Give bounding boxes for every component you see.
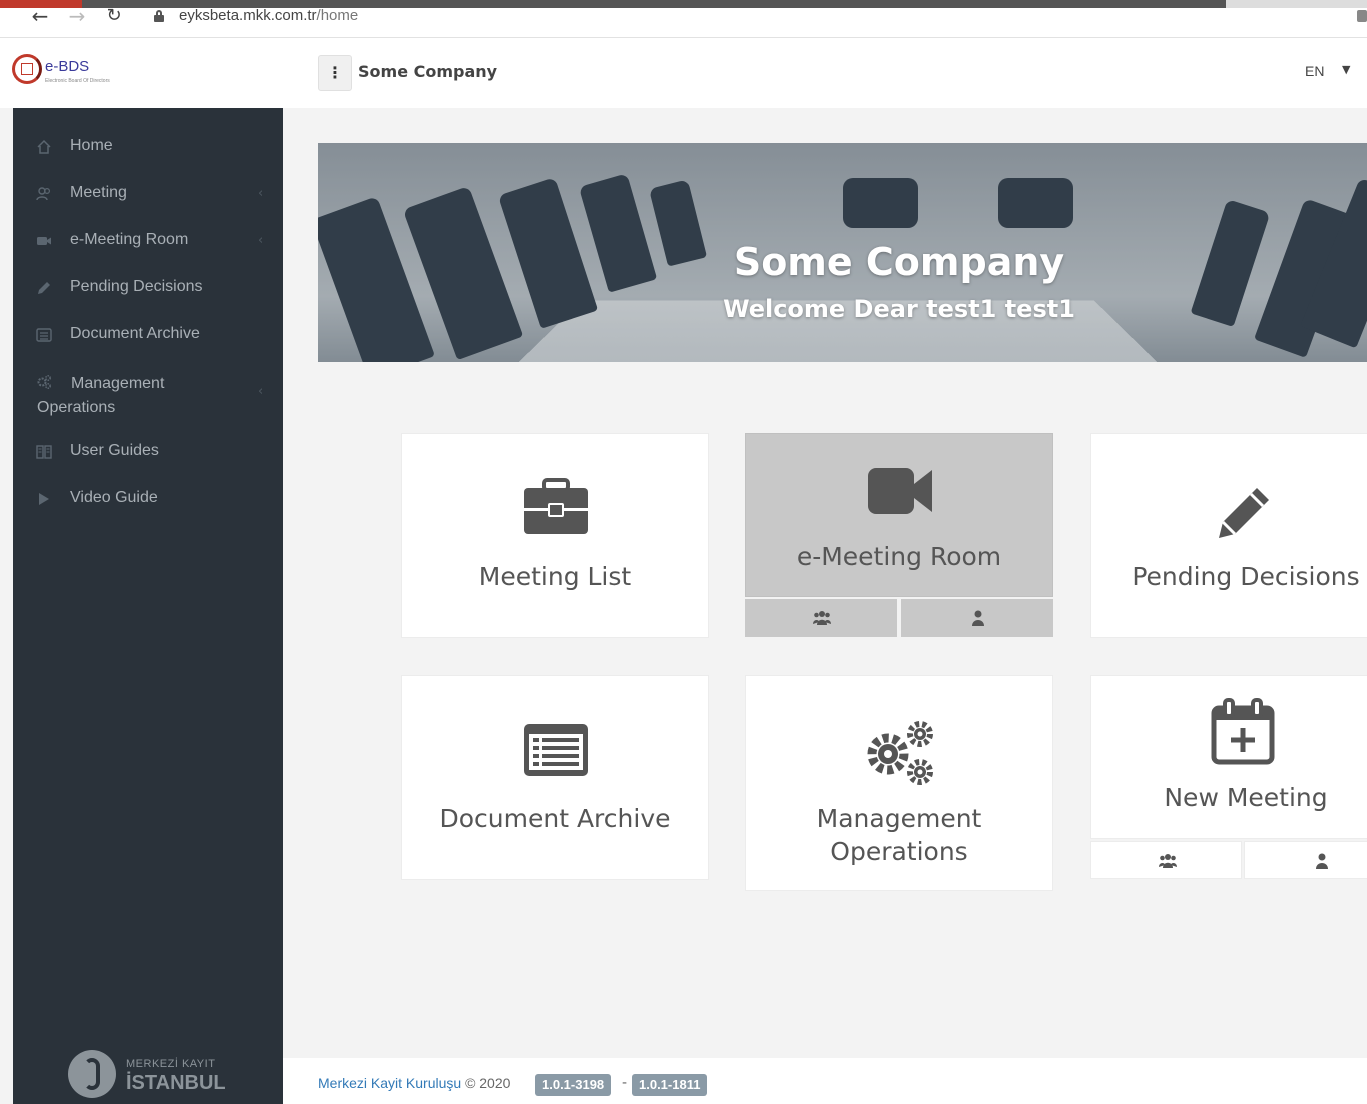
sidebar-item-label: Management Operations [37, 375, 165, 416]
card-label: Pending Decisions [1132, 562, 1360, 591]
new-single-meeting-button[interactable] [1244, 841, 1367, 879]
browser-address-bar[interactable]: ← → ↻ eyksbeta.mkk.com.tr/home [0, 6, 1367, 38]
sidebar-item-user-guides[interactable]: User Guides [13, 432, 283, 472]
card-label: e-Meeting Room [796, 542, 1002, 571]
gears-icon [862, 718, 938, 792]
mkk-istanbul-logo: MERKEZİ KAYIT İSTANBUL [68, 1048, 248, 1102]
sidebar-item-pending-decisions[interactable]: Pending Decisions [13, 268, 283, 308]
sidebar-item-document-archive[interactable]: Document Archive [13, 315, 283, 355]
chevron-left-icon: ‹ [258, 384, 264, 399]
pending-decisions-card[interactable]: Pending Decisions [1090, 433, 1367, 638]
sidebar-item-label: e-Meeting Room [70, 231, 189, 248]
language-selector[interactable]: EN [1305, 63, 1324, 79]
group-meeting-button[interactable] [745, 599, 897, 637]
lock-icon [154, 10, 164, 22]
sidebar-item-home[interactable]: Home [13, 127, 283, 167]
home-icon [36, 139, 52, 155]
play-icon [36, 491, 52, 507]
gears-icon [36, 374, 52, 390]
briefcase-icon [522, 478, 590, 540]
organization-link[interactable]: Merkezi Kayit Kuruluşu [318, 1075, 461, 1091]
company-name: Some Company [358, 62, 498, 81]
sidebar-item-label: User Guides [70, 442, 159, 459]
version-badge: 1.0.1-1811 [632, 1074, 708, 1096]
emeeting-room-actions [745, 599, 1054, 637]
version-separator: - [622, 1075, 628, 1091]
extension-icon[interactable] [1357, 10, 1367, 22]
pencil-icon [1215, 482, 1275, 546]
menu-toggle-button[interactable]: ⋮ [318, 55, 352, 91]
sidebar-item-label: Document Archive [70, 325, 200, 342]
meeting-list-card[interactable]: Meeting List [401, 433, 709, 638]
user-icon [969, 610, 987, 626]
users-icon [813, 610, 831, 626]
url-text[interactable]: eyksbeta.mkk.com.tr/home [179, 8, 358, 24]
new-group-meeting-button[interactable] [1090, 841, 1242, 879]
management-operations-card[interactable]: Management Operations [745, 675, 1053, 891]
app-logo[interactable]: e-BDS Electronic Board Of Directors [12, 54, 142, 88]
sidebar-item-label: Pending Decisions [70, 278, 203, 295]
sidebar-item-label: Meeting [70, 184, 127, 201]
app-header: e-BDS Electronic Board Of Directors ⋮ So… [0, 38, 1367, 108]
users-icon [1159, 853, 1177, 869]
forward-arrow-icon[interactable]: → [64, 6, 90, 36]
video-camera-icon [866, 466, 934, 520]
sidebar-item-emeeting-room[interactable]: e-Meeting Room ‹ [13, 221, 283, 261]
sidebar-item-video-guide[interactable]: Video Guide [13, 479, 283, 519]
caret-down-icon[interactable]: ▼ [1342, 63, 1350, 76]
logo-tagline: Electronic Board Of Directors [45, 78, 110, 84]
users-icon [36, 186, 52, 202]
copyright-text: © 2020 [465, 1075, 511, 1091]
sidebar-item-label: Home [70, 137, 113, 154]
pencil-icon [36, 280, 52, 296]
card-label: Management Operations [816, 804, 982, 866]
list-alt-icon [522, 722, 590, 782]
video-camera-icon [36, 233, 52, 249]
version-badge: 1.0.1-3198 [535, 1074, 612, 1096]
reload-icon[interactable]: ↻ [101, 7, 127, 36]
back-arrow-icon[interactable]: ← [27, 6, 53, 36]
chevron-left-icon: ‹ [258, 233, 264, 248]
emeeting-room-card[interactable]: e-Meeting Room [745, 433, 1053, 597]
chevron-left-icon: ‹ [258, 186, 264, 201]
vertical-dots-icon: ⋮ [327, 63, 343, 82]
sidebar: Home Meeting ‹ e-Meeting Room ‹ Pending … [13, 108, 283, 1104]
tab-strip-end [1226, 0, 1367, 8]
sidebar-item-label: Video Guide [70, 489, 158, 506]
card-label: Document Archive [439, 804, 671, 833]
document-archive-card[interactable]: Document Archive [401, 675, 709, 880]
list-icon [36, 327, 52, 343]
sidebar-item-meeting[interactable]: Meeting ‹ [13, 174, 283, 214]
sidebar-item-management-operations[interactable]: Management Operations ‹ [13, 370, 283, 420]
single-meeting-button[interactable] [901, 599, 1053, 637]
new-meeting-card[interactable]: New Meeting [1090, 675, 1367, 839]
logo-emblem-icon [12, 54, 42, 84]
calendar-plus-icon [1211, 698, 1275, 770]
user-icon [1313, 853, 1331, 869]
card-label: Meeting List [478, 562, 632, 591]
page-footer: Merkezi Kayit Kuruluşu © 2020 1.0.1-3198… [283, 1058, 1367, 1104]
hero-welcome-text: Welcome Dear test1 test1 [723, 295, 1075, 323]
mkk-emblem-icon [68, 1050, 116, 1098]
hero-company-title: Some Company [733, 240, 1065, 284]
logo-text: e-BDS [45, 58, 90, 75]
book-icon [36, 444, 52, 460]
new-meeting-actions [1090, 841, 1367, 879]
card-label: New Meeting [1164, 783, 1328, 812]
